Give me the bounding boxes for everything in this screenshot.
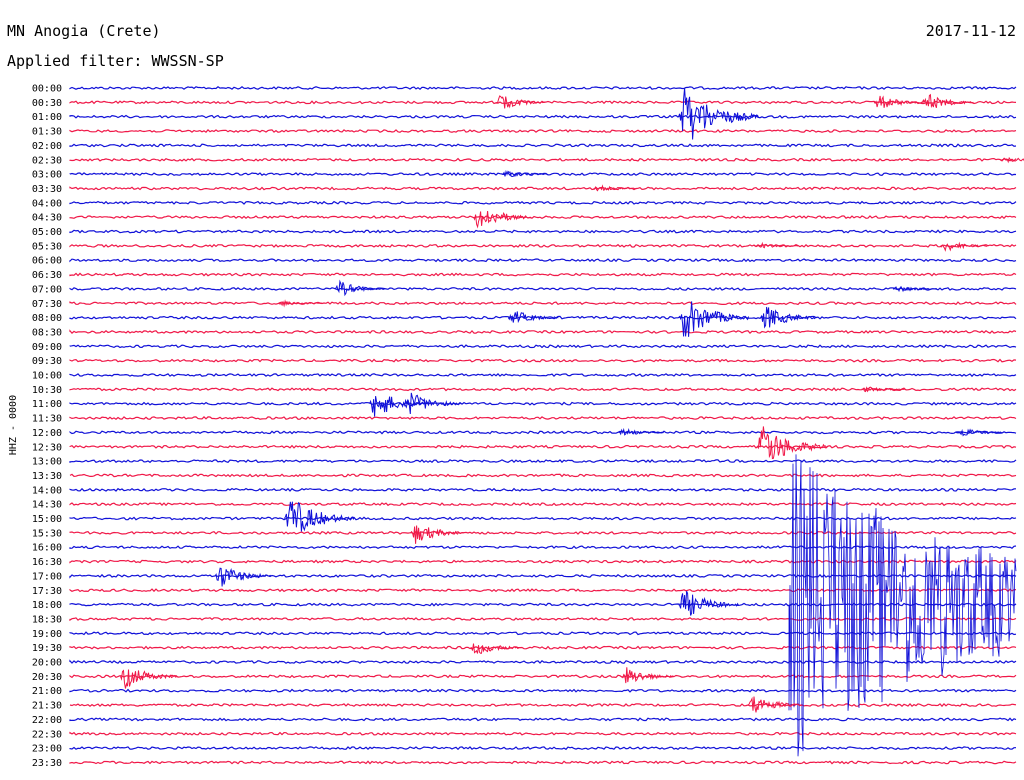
tick-label: 03:00 <box>32 170 62 181</box>
filter-label: Applied filter: WWSSN-SP <box>7 52 224 70</box>
tick-label: 06:00 <box>32 256 62 267</box>
tick-label: 05:00 <box>32 227 62 238</box>
tick-label: 06:30 <box>32 270 62 281</box>
tick-label: 01:00 <box>32 112 62 123</box>
tick-label: 20:30 <box>32 672 62 683</box>
channel-axis-label: HHZ - 0000 <box>8 395 19 455</box>
tick-label: 07:30 <box>32 299 62 310</box>
tick-label: 18:00 <box>32 600 62 611</box>
tick-label: 15:00 <box>32 514 62 525</box>
tick-label: 22:30 <box>32 729 62 740</box>
tick-label: 03:30 <box>32 184 62 195</box>
tick-label: 11:30 <box>32 414 62 425</box>
tick-label: 01:30 <box>32 127 62 138</box>
tick-label: 09:30 <box>32 356 62 367</box>
tick-label: 10:30 <box>32 385 62 396</box>
tick-label: 02:00 <box>32 141 62 152</box>
tick-label: 14:00 <box>32 485 62 496</box>
tick-label: 09:00 <box>32 342 62 353</box>
tick-label: 17:00 <box>32 571 62 582</box>
tick-label: 00:00 <box>32 84 62 95</box>
tick-label: 14:30 <box>32 500 62 511</box>
station-title: MN Anogia (Crete) <box>7 22 161 40</box>
tick-label: 22:00 <box>32 715 62 726</box>
tick-label: 02:30 <box>32 155 62 166</box>
tick-label: 19:30 <box>32 643 62 654</box>
tick-label: 05:30 <box>32 241 62 252</box>
helicorder-plot: MN Anogia (Crete) Applied filter: WWSSN-… <box>0 0 1024 780</box>
tick-label: 04:00 <box>32 198 62 209</box>
tick-label: 15:30 <box>32 528 62 539</box>
tick-label: 23:00 <box>32 744 62 755</box>
tick-label: 12:00 <box>32 428 62 439</box>
tick-label: 13:30 <box>32 471 62 482</box>
tick-label: 07:00 <box>32 284 62 295</box>
tick-label: 20:00 <box>32 658 62 669</box>
tick-label: 21:30 <box>32 701 62 712</box>
tick-label: 08:00 <box>32 313 62 324</box>
tick-label: 11:00 <box>32 399 62 410</box>
tick-label: 17:30 <box>32 586 62 597</box>
tick-label: 19:00 <box>32 629 62 640</box>
tick-label: 04:30 <box>32 213 62 224</box>
tick-label: 16:00 <box>32 543 62 554</box>
tick-label: 00:30 <box>32 98 62 109</box>
tick-label: 21:00 <box>32 686 62 697</box>
date-label: 2017-11-12 <box>926 22 1016 40</box>
tick-label: 13:00 <box>32 457 62 468</box>
tick-label: 10:00 <box>32 371 62 382</box>
tick-label: 23:30 <box>32 758 62 769</box>
tick-label: 18:30 <box>32 614 62 625</box>
tick-label: 16:30 <box>32 557 62 568</box>
tick-label: 08:30 <box>32 327 62 338</box>
tick-label: 12:30 <box>32 442 62 453</box>
